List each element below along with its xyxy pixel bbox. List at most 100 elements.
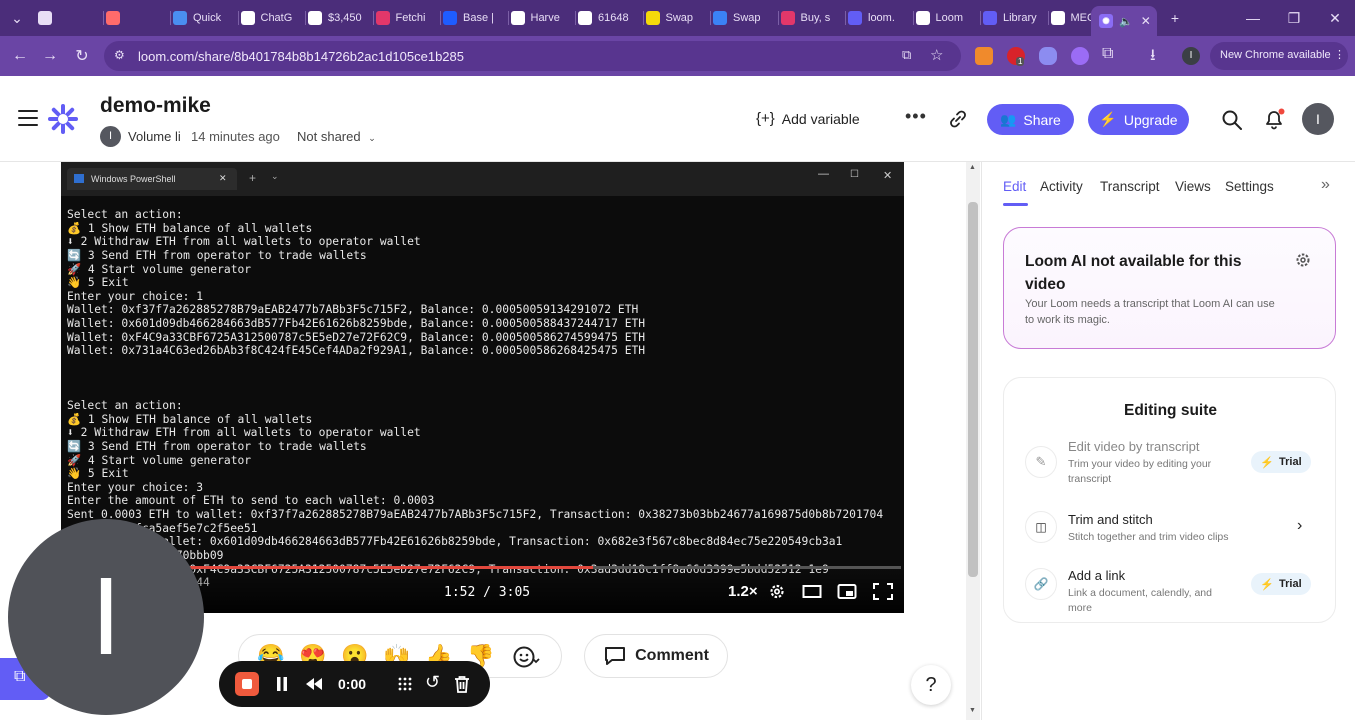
new-tab-icon[interactable]: + (1160, 6, 1190, 30)
browser-tab[interactable]: Swap (713, 6, 775, 30)
bookmark-star-icon[interactable]: ☆ (930, 46, 943, 64)
add-variable-button[interactable]: {+} Add variable (756, 110, 860, 127)
back-icon[interactable]: ← (8, 44, 32, 68)
site-info-icon[interactable]: ⚙ (114, 48, 125, 62)
trial-label: Trial (1279, 456, 1302, 468)
browser-tab[interactable]: Library (983, 6, 1045, 30)
install-app-icon[interactable]: ⧉ (902, 47, 911, 63)
new-chrome-label: New Chrome available (1220, 49, 1331, 61)
comment-button[interactable]: Comment (584, 634, 728, 678)
kebab-menu-icon[interactable]: ⋮ (1334, 48, 1345, 61)
address-bar[interactable]: ⚙ loom.com/share/8b401784b8b14726b2ac1d1… (104, 41, 961, 71)
camera-bubble[interactable]: I (8, 519, 204, 715)
tab-favicon-icon (983, 11, 997, 25)
browser-tab[interactable]: ChatG (240, 6, 303, 30)
extensions-puzzle-icon[interactable]: ⧉ (1102, 45, 1113, 63)
feature-trim-and-stitch[interactable]: Trim and stitch (1068, 512, 1153, 527)
picture-in-picture-icon[interactable] (837, 583, 857, 600)
theater-mode-icon[interactable] (802, 583, 822, 600)
browser-tab[interactable]: 61648 (578, 6, 640, 30)
browser-tab[interactable]: Loom (915, 6, 978, 30)
tab-separator (305, 11, 306, 25)
more-options-icon[interactable]: ••• (905, 106, 927, 127)
browser-tab[interactable]: Harve (510, 6, 573, 30)
close-tab-icon[interactable]: ✕ (1141, 14, 1151, 28)
powershell-icon (74, 174, 84, 183)
browser-tab[interactable]: Fetchi (375, 6, 438, 30)
search-icon[interactable] (1221, 109, 1243, 131)
stop-recording-button[interactable] (235, 672, 259, 696)
tab-views[interactable]: Views (1175, 179, 1211, 194)
tab-label: Swap (665, 12, 694, 24)
notification-bell-icon[interactable] (1263, 108, 1285, 130)
share-status-dropdown[interactable]: Not shared ⌄ (297, 129, 376, 144)
fullscreen-icon[interactable] (873, 583, 893, 600)
restart-icon[interactable]: ↺ (425, 672, 440, 693)
user-avatar[interactable]: I (1302, 103, 1334, 135)
upgrade-button[interactable]: ⚡ Upgrade (1088, 104, 1189, 135)
copy-link-icon[interactable] (948, 109, 968, 129)
tab-separator (777, 11, 779, 25)
browser-tab[interactable]: loom. (848, 6, 910, 30)
browser-tab[interactable]: Buy, s (780, 6, 843, 30)
feature-edit-by-transcript[interactable]: Edit video by transcript (1068, 439, 1200, 454)
tab-active[interactable]: ✺ 🔈 ✕ (1091, 6, 1157, 36)
browser-tab[interactable]: Base | (443, 6, 505, 30)
drag-grid-icon[interactable] (397, 676, 413, 692)
forward-icon[interactable]: → (38, 44, 62, 68)
trial-label: Trial (1279, 578, 1302, 590)
tab-activity[interactable]: Activity (1040, 179, 1083, 194)
loom-logo-icon[interactable] (48, 104, 78, 134)
tab-settings[interactable]: Settings (1225, 179, 1274, 194)
collapse-panel-icon[interactable]: » (1321, 176, 1330, 194)
chevron-right-icon[interactable]: › (1297, 517, 1302, 535)
pause-icon[interactable] (275, 676, 289, 692)
video-title[interactable]: demo-mike (100, 94, 211, 118)
feature-add-a-link[interactable]: Add a link (1068, 568, 1125, 583)
trial-badge[interactable]: ⚡ Trial (1251, 451, 1311, 473)
help-button[interactable]: ? (911, 665, 951, 705)
share-button[interactable]: 👥 Share (987, 104, 1074, 135)
url-text[interactable]: loom.com/share/8b401784b8b14726b2ac1d105… (138, 49, 464, 64)
upgrade-label: Upgrade (1123, 111, 1178, 128)
link-icon: 🔗 (1025, 568, 1057, 600)
tab-favicon-icon (38, 11, 52, 25)
trial-badge[interactable]: ⚡ Trial (1251, 573, 1311, 595)
emoji-picker-icon[interactable] (513, 645, 541, 669)
speaker-icon[interactable]: 🔈 (1119, 15, 1133, 28)
profile-avatar[interactable]: I (1182, 47, 1200, 65)
browser-tab[interactable]: $3,450 (308, 6, 370, 30)
playback-speed-button[interactable]: 1.2× (728, 583, 758, 600)
reload-icon[interactable]: ↻ (70, 44, 94, 68)
hamburger-menu-icon[interactable] (18, 110, 38, 126)
ai-settings-gear-icon[interactable] (1295, 252, 1311, 268)
tab-search-icon[interactable]: ⌄ (2, 6, 32, 30)
trash-icon[interactable] (454, 675, 470, 693)
video-player[interactable]: Windows PowerShell ✕ + ⌄ — ☐ ✕ Select an… (61, 162, 904, 613)
tab-edit[interactable]: Edit (1003, 179, 1026, 194)
minimize-icon[interactable]: — (1238, 6, 1268, 30)
tab-transcript[interactable]: Transcript (1100, 179, 1160, 194)
browser-tab[interactable]: Quick (173, 6, 235, 30)
scroll-down-icon[interactable]: ▼ (969, 707, 976, 714)
tab-separator (710, 11, 711, 25)
main-scrollbar[interactable]: ▲ ▼ (966, 162, 980, 720)
extension-loom-icon[interactable] (1071, 47, 1089, 65)
browser-tab[interactable] (38, 6, 100, 30)
video-progress-bar[interactable] (121, 566, 901, 569)
close-window-icon[interactable]: ✕ (1320, 6, 1350, 30)
restore-icon[interactable]: ❐ (1279, 6, 1309, 30)
download-icon[interactable]: ⭳ (1150, 44, 1156, 71)
tab-separator (642, 11, 644, 25)
extension-fox-icon[interactable] (975, 47, 993, 65)
settings-gear-icon[interactable] (767, 583, 787, 600)
tab-favicon-icon (780, 11, 795, 25)
extension-wave-icon[interactable] (1039, 47, 1057, 65)
browser-tab[interactable]: Swap (645, 6, 708, 30)
scrollbar-thumb[interactable] (968, 202, 978, 577)
rewind-icon[interactable] (305, 676, 323, 692)
scroll-up-icon[interactable]: ▲ (969, 164, 976, 171)
browser-tab[interactable] (105, 6, 168, 30)
new-chrome-available-button[interactable]: New Chrome available ⋮ (1210, 42, 1348, 70)
tab-separator (102, 11, 104, 25)
